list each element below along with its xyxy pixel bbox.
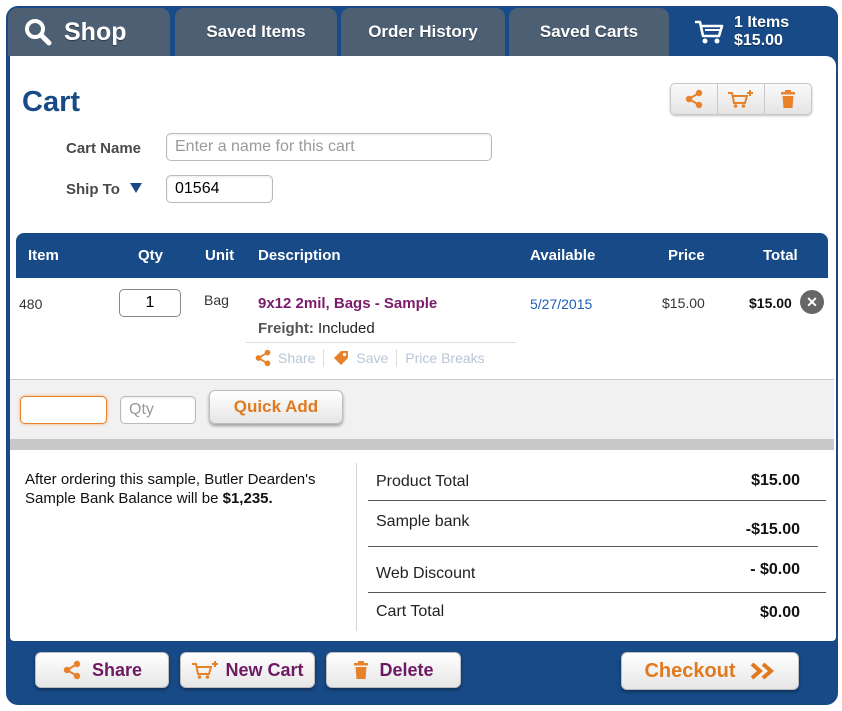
delete-button[interactable]: Delete [326, 652, 461, 688]
row-save-button[interactable]: Save [324, 348, 398, 367]
row-share-button[interactable]: Share [246, 348, 325, 367]
row-qty-input[interactable] [119, 289, 181, 317]
tab-cart[interactable]: 1 Items $15.00 [676, 8, 838, 56]
cart-item-count: 1 Items [734, 14, 790, 31]
row-total: $15.00 [749, 295, 792, 311]
close-icon: ✕ [806, 293, 818, 310]
share-cart-button[interactable] [671, 84, 718, 114]
web-discount-value: - $0.00 [750, 561, 800, 578]
summary-divider [356, 463, 357, 631]
cart-name-label: Cart Name [66, 140, 142, 157]
row-available-date: 5/27/2015 [530, 296, 593, 312]
tab-saved-items-label: Saved Items [206, 22, 306, 41]
quick-add-button[interactable]: Quick Add [209, 390, 343, 424]
sample-bank-balance: $1,235. [222, 490, 273, 507]
row-unit: Bag [204, 292, 229, 308]
row-price: $15.00 [662, 295, 705, 311]
search-icon [25, 19, 52, 46]
row-description[interactable]: 9x12 2mil, Bags - Sample [258, 295, 437, 312]
tag-icon [334, 350, 349, 365]
row-item-number: 480 [19, 296, 43, 312]
section-divider [10, 439, 834, 450]
share-icon [63, 660, 81, 680]
tab-shop[interactable]: Shop [8, 8, 170, 56]
trash-icon [781, 90, 795, 108]
quick-add-item-input[interactable] [20, 396, 107, 424]
remove-item-button[interactable]: ✕ [800, 290, 824, 314]
cart-name-input[interactable] [166, 133, 492, 161]
checkout-button[interactable]: Checkout [621, 652, 799, 690]
cart-table-header: Item Qty Unit Description Available Pric… [16, 233, 828, 278]
ship-to-input[interactable] [166, 175, 273, 203]
tab-saved-carts-label: Saved Carts [539, 22, 639, 41]
delete-cart-icon-button[interactable] [765, 84, 811, 114]
header-price: Price [668, 247, 705, 264]
product-total-label: Product Total [376, 473, 470, 490]
sample-bank-value: -$15.00 [745, 521, 800, 538]
tab-saved-carts[interactable]: Saved Carts [509, 8, 669, 56]
freight-value: Included [318, 320, 375, 337]
share-button[interactable]: Share [35, 652, 169, 688]
new-cart-button[interactable]: New Cart [180, 652, 315, 688]
row-save-label: Save [356, 349, 389, 366]
chevron-down-icon[interactable] [130, 183, 142, 193]
cart-toolbar [670, 83, 812, 115]
summary-rule [368, 592, 826, 593]
header-available: Available [530, 247, 596, 264]
new-cart-icon-button[interactable] [718, 84, 765, 114]
summary-rule [368, 500, 826, 501]
delete-button-label: Delete [379, 659, 434, 680]
summary-rule [368, 546, 818, 547]
header-total: Total [763, 247, 798, 264]
web-discount-label: Web Discount [376, 565, 476, 582]
freight-label: Freight: [258, 320, 314, 337]
cart-tab-total: $15.00 [734, 32, 783, 49]
header-qty: Qty [138, 247, 164, 264]
add-cart-icon [728, 90, 753, 108]
share-icon [685, 89, 703, 109]
row-share-label: Share [278, 349, 316, 366]
tab-order-history-label: Order History [368, 22, 478, 41]
new-cart-button-label: New Cart [225, 659, 304, 680]
double-chevron-right-icon [750, 662, 774, 680]
tab-order-history[interactable]: Order History [341, 8, 505, 56]
quick-add-label: Quick Add [233, 397, 319, 416]
row-price-breaks-label: Price Breaks [405, 349, 485, 366]
checkout-button-label: Checkout [644, 659, 736, 682]
tab-saved-items[interactable]: Saved Items [175, 8, 337, 56]
cart-icon [695, 20, 724, 44]
tab-shop-label: Shop [64, 17, 127, 46]
cart-total-label: Cart Total [376, 603, 445, 620]
add-cart-icon [192, 661, 219, 679]
sample-bank-note: After ordering this sample, Butler Deard… [25, 470, 330, 508]
ship-to-label[interactable]: Ship To [66, 181, 120, 198]
quick-add-qty-input[interactable] [120, 396, 196, 424]
header-unit: Unit [205, 247, 235, 264]
header-description: Description [258, 247, 341, 264]
row-freight: Freight: Included [258, 320, 375, 337]
cart-total-value: $0.00 [759, 604, 800, 621]
row-actions: Share Save Price Breaks [246, 342, 516, 372]
page-title: Cart [22, 86, 81, 118]
share-button-label: Share [91, 659, 143, 680]
sample-bank-label: Sample bank [376, 513, 470, 530]
header-item: Item [28, 247, 59, 264]
row-price-breaks-link[interactable]: Price Breaks [397, 349, 492, 367]
share-icon [255, 349, 271, 366]
trash-icon [354, 661, 369, 679]
product-total-value: $15.00 [751, 472, 800, 489]
